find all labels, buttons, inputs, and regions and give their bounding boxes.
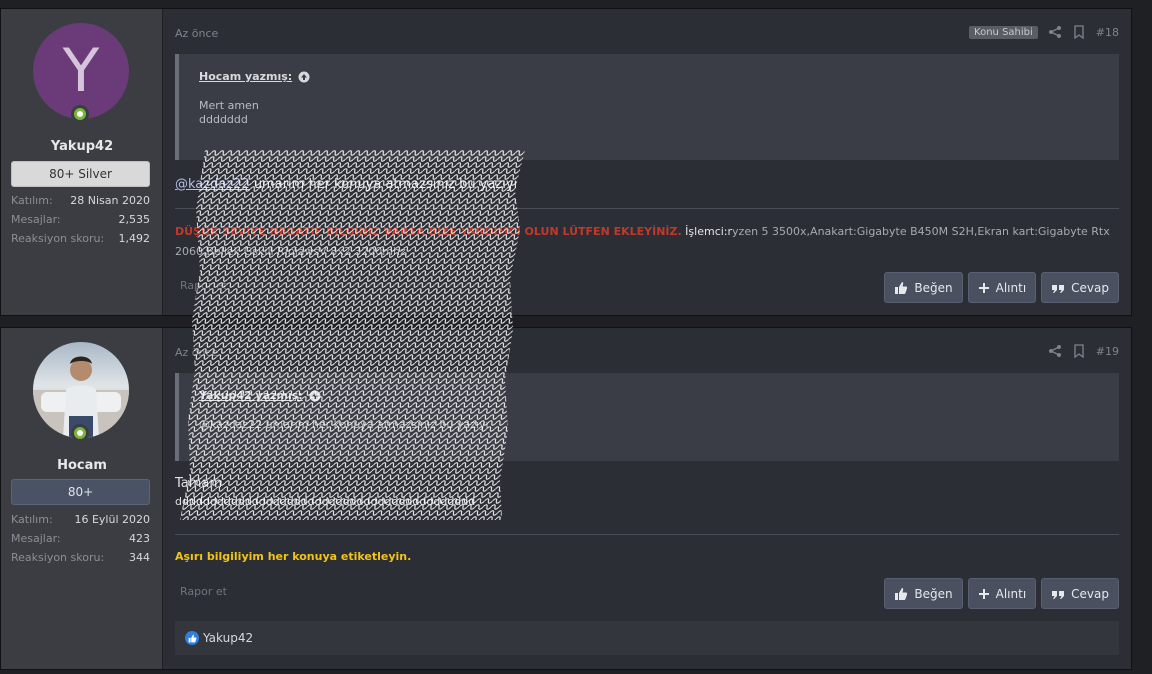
reply-button[interactable]: Cevap (1041, 272, 1119, 303)
report-link[interactable]: Rapor et (180, 279, 227, 292)
post-tools: Konu Sahibi #18 (969, 25, 1119, 39)
stat-value: 344 (129, 551, 150, 564)
stat-label: Katılım: (11, 194, 53, 207)
quote-author[interactable]: Yakup42 yazmış: (199, 389, 1099, 402)
stat-label: Katılım: (11, 513, 53, 526)
quote-button[interactable]: Alıntı (967, 578, 1037, 609)
message-extra: dddddddddddddddddddddddddddddddddddddddd… (175, 495, 476, 508)
post-19: Hocam 80+ Katılım: 16 Eylül 2020 Mesajlar… (0, 327, 1132, 670)
quote-line: Mert amen (199, 99, 259, 112)
stat-reaction-score: Reaksiyon skoru: 344 (11, 548, 150, 567)
quote-author[interactable]: Hocam yazmış: (199, 70, 1099, 83)
user-stats: Katılım: 28 Nisan 2020 Mesajlar: 2,535 Rea… (11, 191, 150, 248)
reaction-user[interactable]: Yakup42 (203, 631, 253, 645)
post-tools: #19 (1048, 344, 1119, 358)
quote-text: Mert amen ddddddd (199, 99, 1099, 127)
plus-icon (978, 282, 989, 293)
stat-label: Mesajlar: (11, 213, 61, 226)
user-title-badge: 80+ (11, 479, 150, 505)
quote-author-label: Yakup42 yazmış: (199, 389, 303, 402)
quote-button[interactable]: Alıntı (967, 272, 1037, 303)
reactions-bar[interactable]: Yakup42 (175, 621, 1119, 655)
username[interactable]: Hocam (1, 458, 163, 473)
user-title-badge: 80+ Silver (11, 161, 150, 187)
quote-line-extra: ddddddd (199, 113, 248, 126)
message-text: umarım her konuya atmazsınız bu yazıyı (249, 177, 518, 192)
signature: DÜŞÜK SEVİYE NEGATİF BİLGİNİZ VARSA BİZE… (175, 222, 1119, 262)
bookmark-icon[interactable] (1072, 344, 1086, 358)
user-mention-link[interactable]: @kazdaz22 (175, 177, 250, 192)
share-icon[interactable] (1048, 25, 1062, 39)
stat-messages: Mesajlar: 423 (11, 529, 150, 548)
signature-divider (175, 534, 1119, 535)
stat-label: Reaksiyon skoru: (11, 232, 105, 245)
quote-label: Alıntı (995, 586, 1027, 601)
stat-joined: Katılım: 28 Nisan 2020 (11, 191, 150, 210)
bookmark-icon[interactable] (1072, 25, 1086, 39)
reply-label: Cevap (1071, 280, 1109, 295)
quote-author-label: Hocam yazmış: (199, 70, 293, 83)
signature: Aşırı bilgiliyim her konuya etiketleyin. (175, 547, 1119, 567)
arrow-up-circle-icon[interactable] (309, 390, 321, 402)
quote-text: @kazdaz22 umarım her konuya atmazsınız b… (199, 418, 1099, 432)
reply-button[interactable]: Cevap (1041, 578, 1119, 609)
post-message: Tamam dddddddddddddddddddddddddddddddddd… (175, 476, 475, 508)
stat-value: 1,492 (118, 232, 151, 245)
post-actions: Beğen Alıntı Cevap (884, 578, 1119, 609)
like-button[interactable]: Beğen (884, 272, 963, 303)
like-reaction-icon (185, 631, 199, 645)
arrow-up-circle-icon[interactable] (298, 71, 310, 83)
post-message: @kazdaz22 umarım her konuya atmazsınız b… (175, 177, 517, 192)
stat-label: Mesajlar: (11, 532, 61, 545)
quote-marks-icon (1052, 284, 1065, 293)
stat-value: 28 Nisan 2020 (70, 194, 150, 207)
post-number[interactable]: #18 (1096, 26, 1119, 39)
post-actions: Beğen Alıntı Cevap (884, 272, 1119, 303)
thumbs-up-icon (895, 587, 908, 600)
user-cell: Y Yakup42 80+ Silver Katılım: 28 Nisan 20… (1, 9, 163, 315)
post-number[interactable]: #19 (1096, 345, 1119, 358)
post-date[interactable]: Az önce (175, 346, 218, 359)
signature-text: Aşırı bilgiliyim her konuya etiketleyin. (175, 550, 412, 563)
thumbs-up-icon (895, 281, 908, 294)
share-icon[interactable] (1048, 344, 1062, 358)
like-label: Beğen (914, 586, 953, 601)
quote-block: Hocam yazmış: Mert amen ddddddd (175, 54, 1119, 160)
online-status-icon (71, 105, 89, 123)
signature-divider (175, 208, 1119, 209)
quote-marks-icon (1052, 590, 1065, 599)
quote-line: @kazdaz22 umarım her konuya atmazsınız b… (199, 418, 489, 431)
signature-cpu: İşlemci:r (681, 225, 733, 238)
username[interactable]: Yakup42 (1, 139, 163, 154)
online-status-icon (71, 424, 89, 442)
stat-value: 16 Eylül 2020 (74, 513, 150, 526)
like-button[interactable]: Beğen (884, 578, 963, 609)
reply-label: Cevap (1071, 586, 1109, 601)
stat-messages: Mesajlar: 2,535 (11, 210, 150, 229)
stat-value: 423 (129, 532, 150, 545)
stat-value: 2,535 (118, 213, 151, 226)
plus-icon (978, 588, 989, 599)
post-18: Y Yakup42 80+ Silver Katılım: 28 Nisan 20… (0, 8, 1132, 316)
report-link[interactable]: Rapor et (180, 585, 227, 598)
quote-block: Yakup42 yazmış: @kazdaz22 umarım her kon… (175, 373, 1119, 461)
quote-label: Alıntı (995, 280, 1027, 295)
post-date[interactable]: Az önce (175, 27, 218, 40)
message-text: Tamam (175, 476, 223, 491)
user-cell: Hocam 80+ Katılım: 16 Eylül 2020 Mesajlar… (1, 328, 163, 669)
user-stats: Katılım: 16 Eylül 2020 Mesajlar: 423 Reaks… (11, 510, 150, 567)
post-body: Az önce Konu Sahibi #18 Hocam yazmış: Me… (163, 9, 1131, 315)
stat-label: Reaksiyon skoru: (11, 551, 105, 564)
signature-warning: DÜŞÜK SEVİYE NEGATİF BİLGİNİZ VARSA BİZE… (175, 225, 682, 238)
like-label: Beğen (914, 280, 953, 295)
stat-joined: Katılım: 16 Eylül 2020 (11, 510, 150, 529)
stat-reaction-score: Reaksiyon skoru: 1,492 (11, 229, 150, 248)
thread-owner-badge: Konu Sahibi (969, 25, 1038, 39)
post-body: Az önce #19 Yakup42 yazmış: @kazdaz22 um… (163, 328, 1131, 669)
